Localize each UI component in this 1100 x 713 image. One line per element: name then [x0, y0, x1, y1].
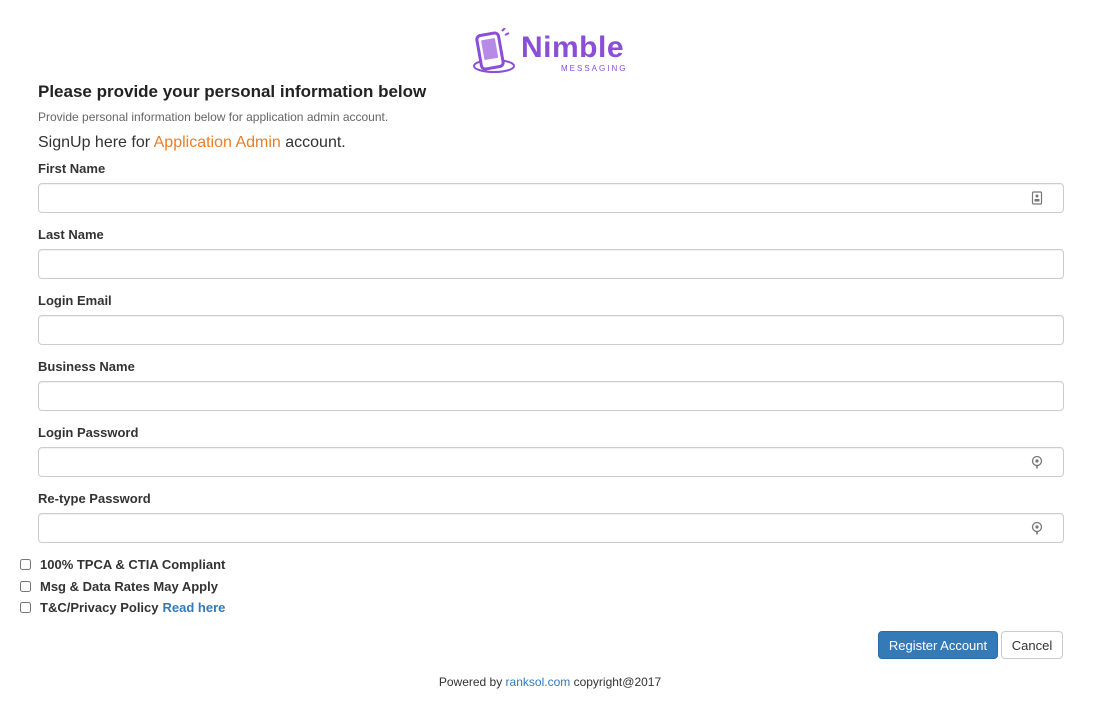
logo-wordmark: Nimble — [521, 31, 625, 64]
login-password-label: Login Password — [38, 425, 139, 440]
data-rates-checkbox-row[interactable]: Msg & Data Rates May Apply — [20, 579, 218, 594]
logo-tagline: MESSAGING — [561, 64, 628, 73]
business-name-input[interactable] — [39, 382, 1039, 408]
privacy-policy-label: T&C/Privacy Policy — [40, 600, 159, 615]
footer-prefix: Powered by — [438, 675, 506, 689]
retype-password-label: Re-type Password — [38, 491, 151, 506]
login-password-input[interactable] — [39, 448, 1039, 474]
first-name-input[interactable] — [39, 184, 1039, 210]
contact-card-icon[interactable] — [1031, 191, 1043, 205]
phone-logo-icon — [473, 28, 515, 73]
signup-prefix: SignUp here for — [38, 134, 154, 151]
signup-suffix: account. — [280, 134, 346, 151]
data-rates-checkbox[interactable] — [20, 581, 31, 592]
business-name-label: Business Name — [38, 359, 135, 374]
login-email-label: Login Email — [38, 293, 112, 308]
tpca-ctia-checkbox-row[interactable]: 100% TPCA & CTIA Compliant — [20, 557, 225, 572]
page-subtitle: Provide personal information below for a… — [38, 110, 389, 124]
ranksol-link[interactable]: ranksol.com — [506, 675, 571, 689]
password-key-icon[interactable] — [1031, 455, 1043, 469]
privacy-policy-checkbox[interactable] — [20, 602, 31, 613]
page-title: Please provide your personal information… — [38, 82, 427, 101]
tpca-ctia-label: 100% TPCA & CTIA Compliant — [40, 557, 226, 572]
password-key-icon[interactable] — [1031, 521, 1043, 535]
login-password-field[interactable] — [38, 447, 1064, 477]
read-here-link[interactable]: Read here — [163, 600, 226, 615]
login-email-input[interactable] — [39, 316, 1039, 342]
retype-password-input[interactable] — [39, 514, 1039, 540]
cancel-button[interactable]: Cancel — [1001, 631, 1063, 659]
last-name-input[interactable] — [39, 250, 1039, 276]
retype-password-field[interactable] — [38, 513, 1064, 543]
privacy-policy-checkbox-row[interactable]: T&C/Privacy Policy Read here — [20, 600, 225, 615]
last-name-label: Last Name — [38, 227, 104, 242]
first-name-label: First Name — [38, 161, 106, 176]
footer: Powered by ranksol.com copyright@2017 — [0, 675, 1100, 689]
data-rates-label: Msg & Data Rates May Apply — [40, 579, 218, 594]
login-email-field[interactable] — [38, 315, 1064, 345]
signup-account-type: Application Admin — [153, 134, 281, 151]
business-name-field[interactable] — [38, 381, 1064, 411]
nimble-messaging-logo: Nimble MESSAGING — [472, 28, 632, 76]
footer-suffix: copyright@2017 — [570, 675, 662, 689]
signup-line: SignUp here for Application Admin accoun… — [38, 134, 346, 152]
last-name-field[interactable] — [38, 249, 1064, 279]
first-name-field[interactable] — [38, 183, 1064, 213]
tpca-ctia-checkbox[interactable] — [20, 559, 31, 570]
register-account-button[interactable]: Register Account — [878, 631, 998, 659]
